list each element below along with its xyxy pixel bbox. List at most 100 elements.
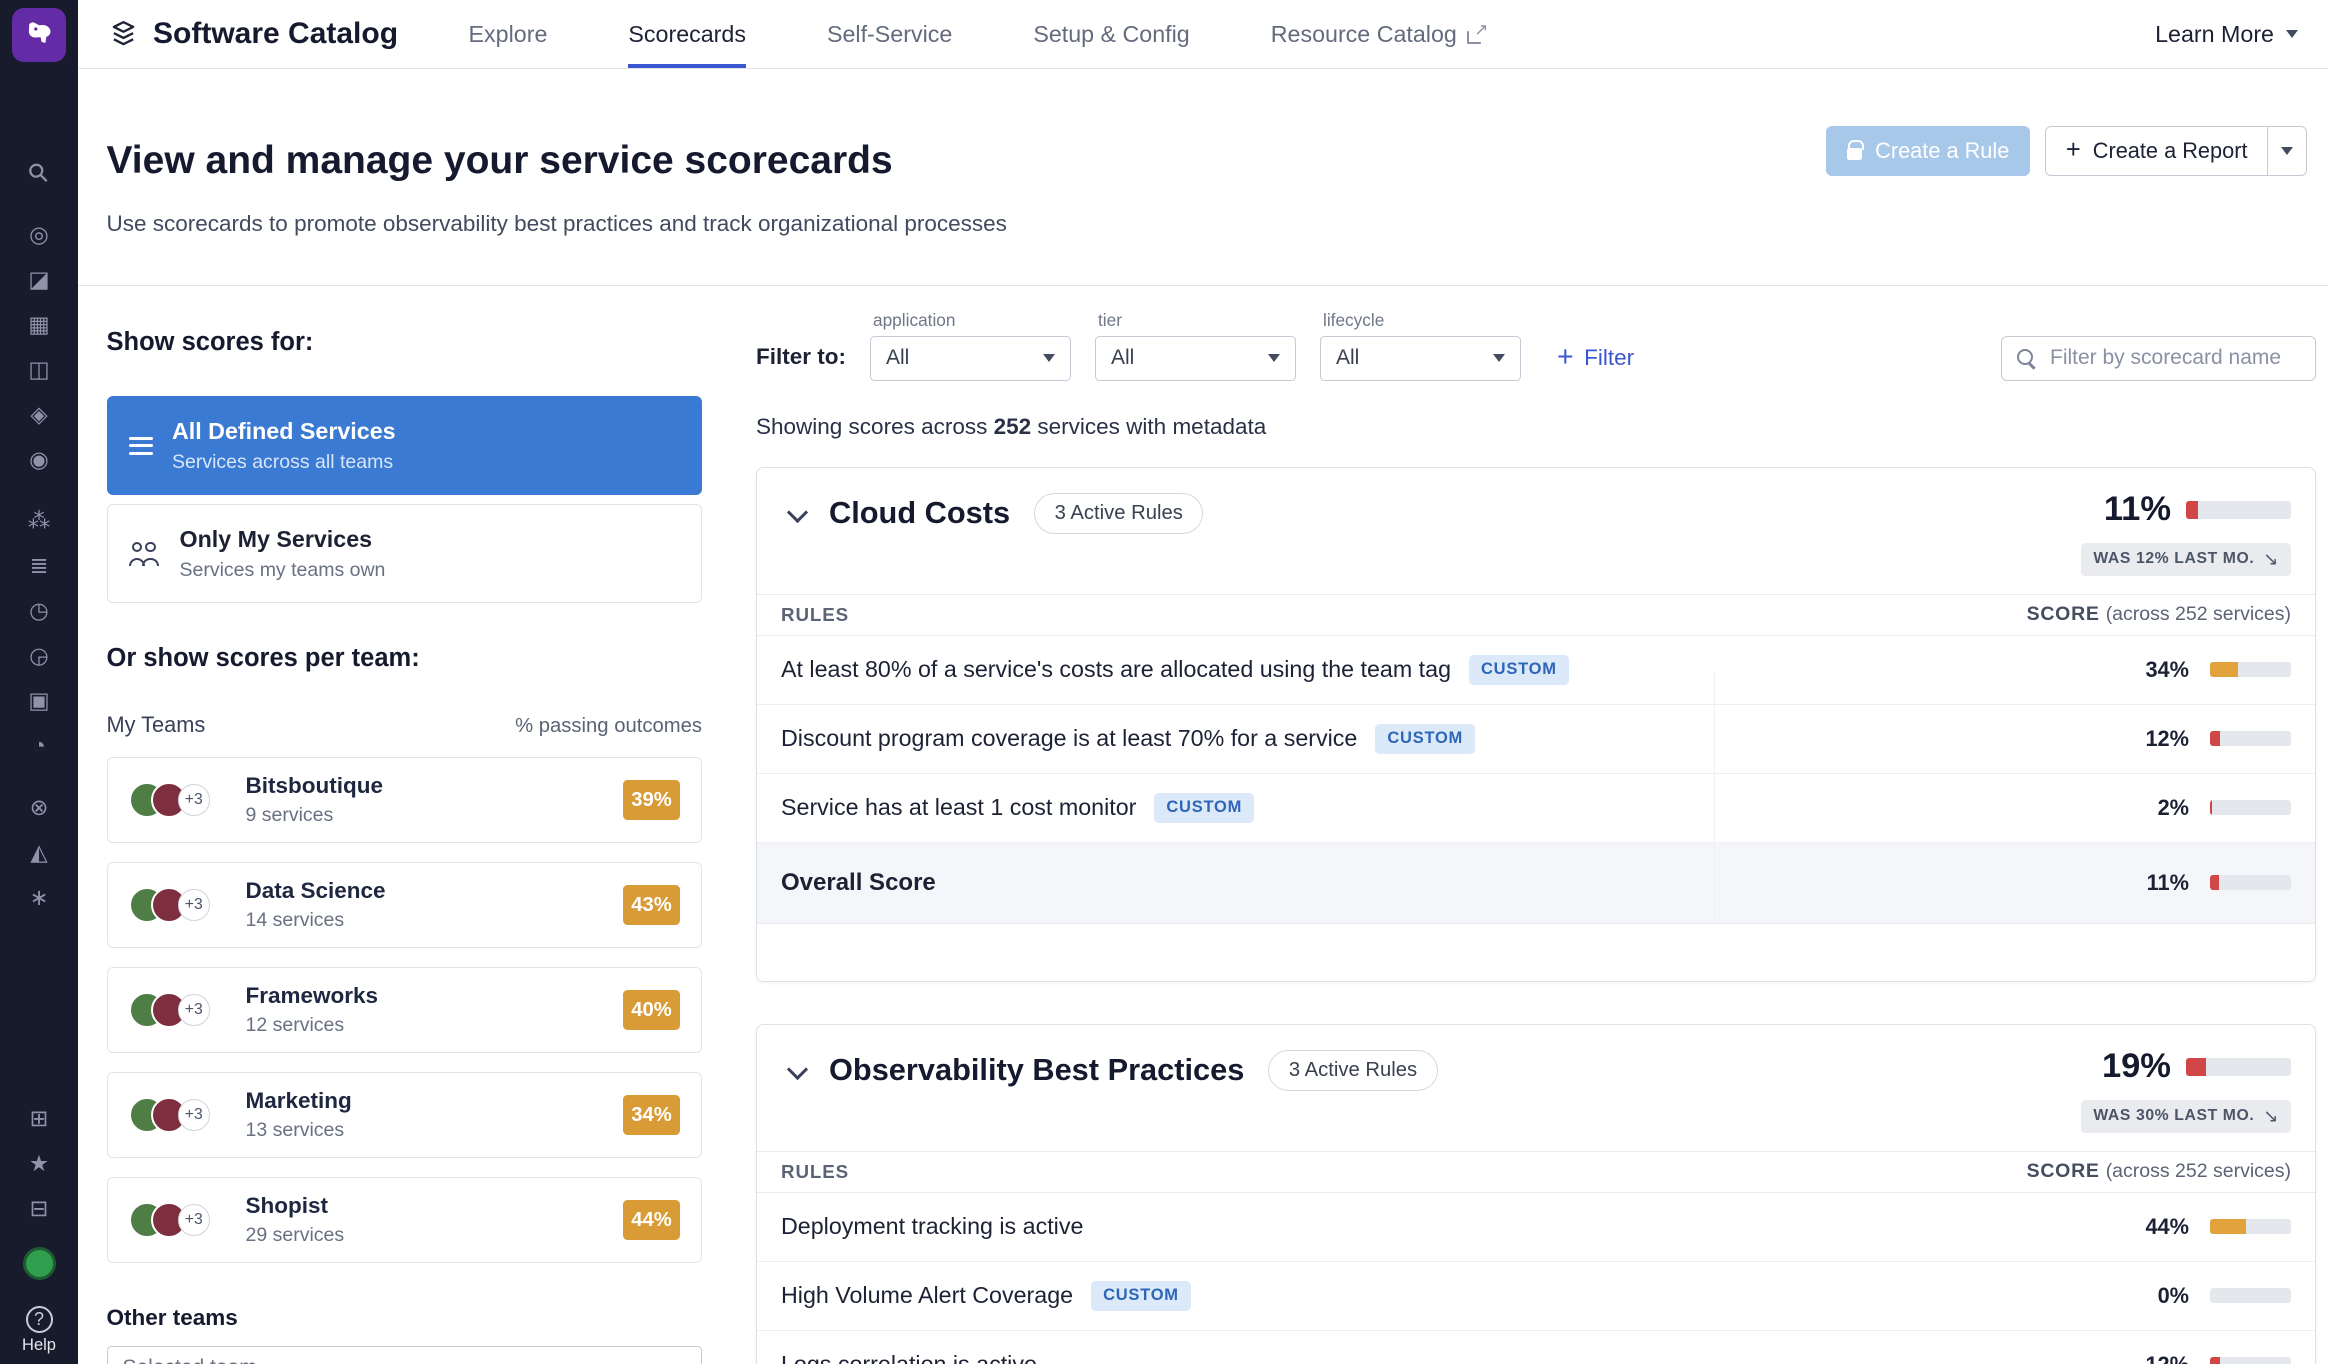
rules-table-header: RULES SCORE(across 252 services) [757,1151,2315,1193]
chevron-down-icon [1268,354,1280,362]
nav-tab[interactable]: Scorecards ↗ [628,0,746,68]
filter-select[interactable]: All [1095,336,1296,381]
add-filter-button[interactable]: + Filter [1557,343,1634,372]
rule-score: 12% [2129,1352,2189,1364]
create-report-caret[interactable] [2267,127,2306,175]
scorecard-title: Observability Best Practices [829,1047,1244,1133]
team-row[interactable]: +3 Data Science 14 services 43% [107,862,703,948]
search-input[interactable] [2047,345,2300,372]
rule-row[interactable]: At least 80% of a service's costs are al… [757,636,2315,705]
filter-select[interactable]: All [870,336,1071,381]
team-select[interactable]: Selected team... [107,1346,703,1364]
top-navigation: Explore ↗ Scorecards ↗ Self-Service ↗ [428,0,1527,68]
filter-label: application [873,310,1071,331]
scorecard-title: Cloud Costs [829,490,1010,576]
rail-icon-group-bottom: ⊞ ★ ⊟ ? Help [18,1103,60,1364]
rail-icon-logs[interactable]: ≣ [18,551,60,583]
rule-row[interactable]: Discount program coverage is at least 70… [757,705,2315,774]
rule-row[interactable]: Logs correlation is active 12% [757,1331,2315,1364]
rule-row[interactable]: High Volume Alert Coverage CUSTOM 0% [757,1262,2315,1331]
results-summary: Showing scores across 252 services with … [756,414,2316,440]
services-count: 252 [994,414,1032,439]
per-team-heading: Or show scores per team: [107,644,703,673]
rail-icon-ci-visibility[interactable]: ◷ [18,596,60,628]
active-rules-pill[interactable]: 3 Active Rules [1034,493,1203,534]
nav-tab[interactable]: Setup & Config ↗ [1033,0,1189,68]
rail-icon-apm[interactable]: ◉ [18,444,60,476]
rule-row[interactable]: Deployment tracking is active 44% [757,1193,2315,1262]
nav-tab[interactable]: Explore ↗ [469,0,548,68]
rail-icon-security[interactable]: ▣ [18,686,60,718]
user-avatar[interactable] [23,1247,56,1280]
app-title-text: Software Catalog [153,17,398,51]
team-row[interactable]: +3 Frameworks 12 services 40% [107,967,703,1053]
create-report-button[interactable]: + Create a Report [2046,127,2267,175]
custom-badge: CUSTOM [1375,724,1475,754]
rule-row[interactable]: Service has at least 1 cost monitor CUST… [757,774,2315,843]
scorecard-header: Cloud Costs 3 Active Rules 11% WAS 12% L… [757,468,2315,594]
overall-progress-bar [2186,1058,2291,1076]
filter-dropdown: lifecycle All [1320,310,1521,381]
rule-progress-bar [2210,1357,2291,1364]
rail-icon-service-management[interactable]: ⁂ [18,506,60,538]
team-services-count: 14 services [246,909,386,932]
custom-badge: CUSTOM [1469,655,1569,685]
teams-header: My Teams % passing outcomes [107,712,703,738]
page-header: View and manage your service scorecards … [78,69,2328,286]
scope-only-my-services[interactable]: Only My Services Services my teams own [107,504,703,603]
scope-all-defined-services[interactable]: All Defined Services Services across all… [107,396,703,495]
trend-badge: WAS 30% LAST MO. ↘ [2081,1100,2291,1133]
nav-tab[interactable]: Resource Catalog ↗ [1271,0,1487,68]
rail-icon-metrics[interactable]: ◪ [18,264,60,296]
plus-icon: + [1557,343,1574,372]
avatar-more-badge: +3 [178,1204,210,1236]
scope-panel: Show scores for: All Defined Services Se… [107,286,703,1364]
filter-select[interactable]: All [1320,336,1521,381]
learn-more-dropdown[interactable]: Learn More [2155,21,2307,48]
filter-to-label: Filter to: [756,344,846,370]
nav-tab[interactable]: Self-Service ↗ [827,0,952,68]
overall-percent: 19% [2102,1047,2171,1086]
rail-icon-error-tracking[interactable]: ⊗ [18,792,60,824]
collapse-chevron-icon[interactable] [787,1059,808,1080]
overall-progress-bar [2186,501,2291,519]
passing-outcomes-label: % passing outcomes [515,715,702,738]
rule-score: 34% [2129,657,2189,683]
page-actions: Create a Rule + Create a Report [1826,126,2307,176]
rail-icon-bits-ai[interactable]: ★ [18,1148,60,1180]
chevron-down-icon [2281,147,2293,155]
rules-table-header: RULES SCORE(across 252 services) [757,594,2315,636]
help-button[interactable]: ? Help [22,1306,56,1355]
rail-icon-watchdog[interactable]: ◎ [18,219,60,251]
rail-icon-software-catalog[interactable]: ◈ [18,399,60,431]
page-subtitle: Use scorecards to promote observability … [107,211,1007,237]
trend-down-icon: ↘ [2263,1106,2279,1127]
team-avatars: +3 [129,1097,213,1133]
rail-icon-infrastructure[interactable]: ◫ [18,354,60,386]
rail-icon-workflows[interactable]: ⊞ [18,1103,60,1135]
rail-icon-search[interactable]: ⚲ [18,158,60,190]
team-row[interactable]: +3 Shopist 29 services 44% [107,1177,703,1263]
team-row[interactable]: +3 Bitsboutique 9 services 39% [107,757,703,843]
rail-icon-dashboards[interactable]: ▦ [18,309,60,341]
create-rule-button[interactable]: Create a Rule [1826,126,2031,176]
chevron-down-icon [1043,354,1055,362]
rail-icon-synthetics[interactable]: ◶ [18,641,60,673]
collapse-chevron-icon[interactable] [787,502,808,523]
other-teams-heading: Other teams [107,1305,703,1331]
trend-badge: WAS 12% LAST MO. ↘ [2081,543,2291,576]
rule-progress-bar [2210,662,2291,677]
team-services-count: 9 services [246,804,383,827]
rail-icon-slo[interactable]: ◔ [18,731,60,763]
rail-icon-rum[interactable]: ◭ [18,837,60,869]
rail-icon-integrations[interactable]: ⊟ [18,1193,60,1225]
scorecard-summary: 11% WAS 12% LAST MO. ↘ [2081,490,2291,576]
avatar-more-badge: +3 [178,784,210,816]
team-row[interactable]: +3 Marketing 13 services 34% [107,1072,703,1158]
my-teams-label: My Teams [107,712,206,738]
lock-icon [1847,148,1862,160]
datadog-logo[interactable] [12,8,66,62]
rail-icon-llm-observability[interactable]: ∗ [18,882,60,914]
question-icon: ? [26,1306,53,1333]
active-rules-pill[interactable]: 3 Active Rules [1268,1050,1437,1091]
